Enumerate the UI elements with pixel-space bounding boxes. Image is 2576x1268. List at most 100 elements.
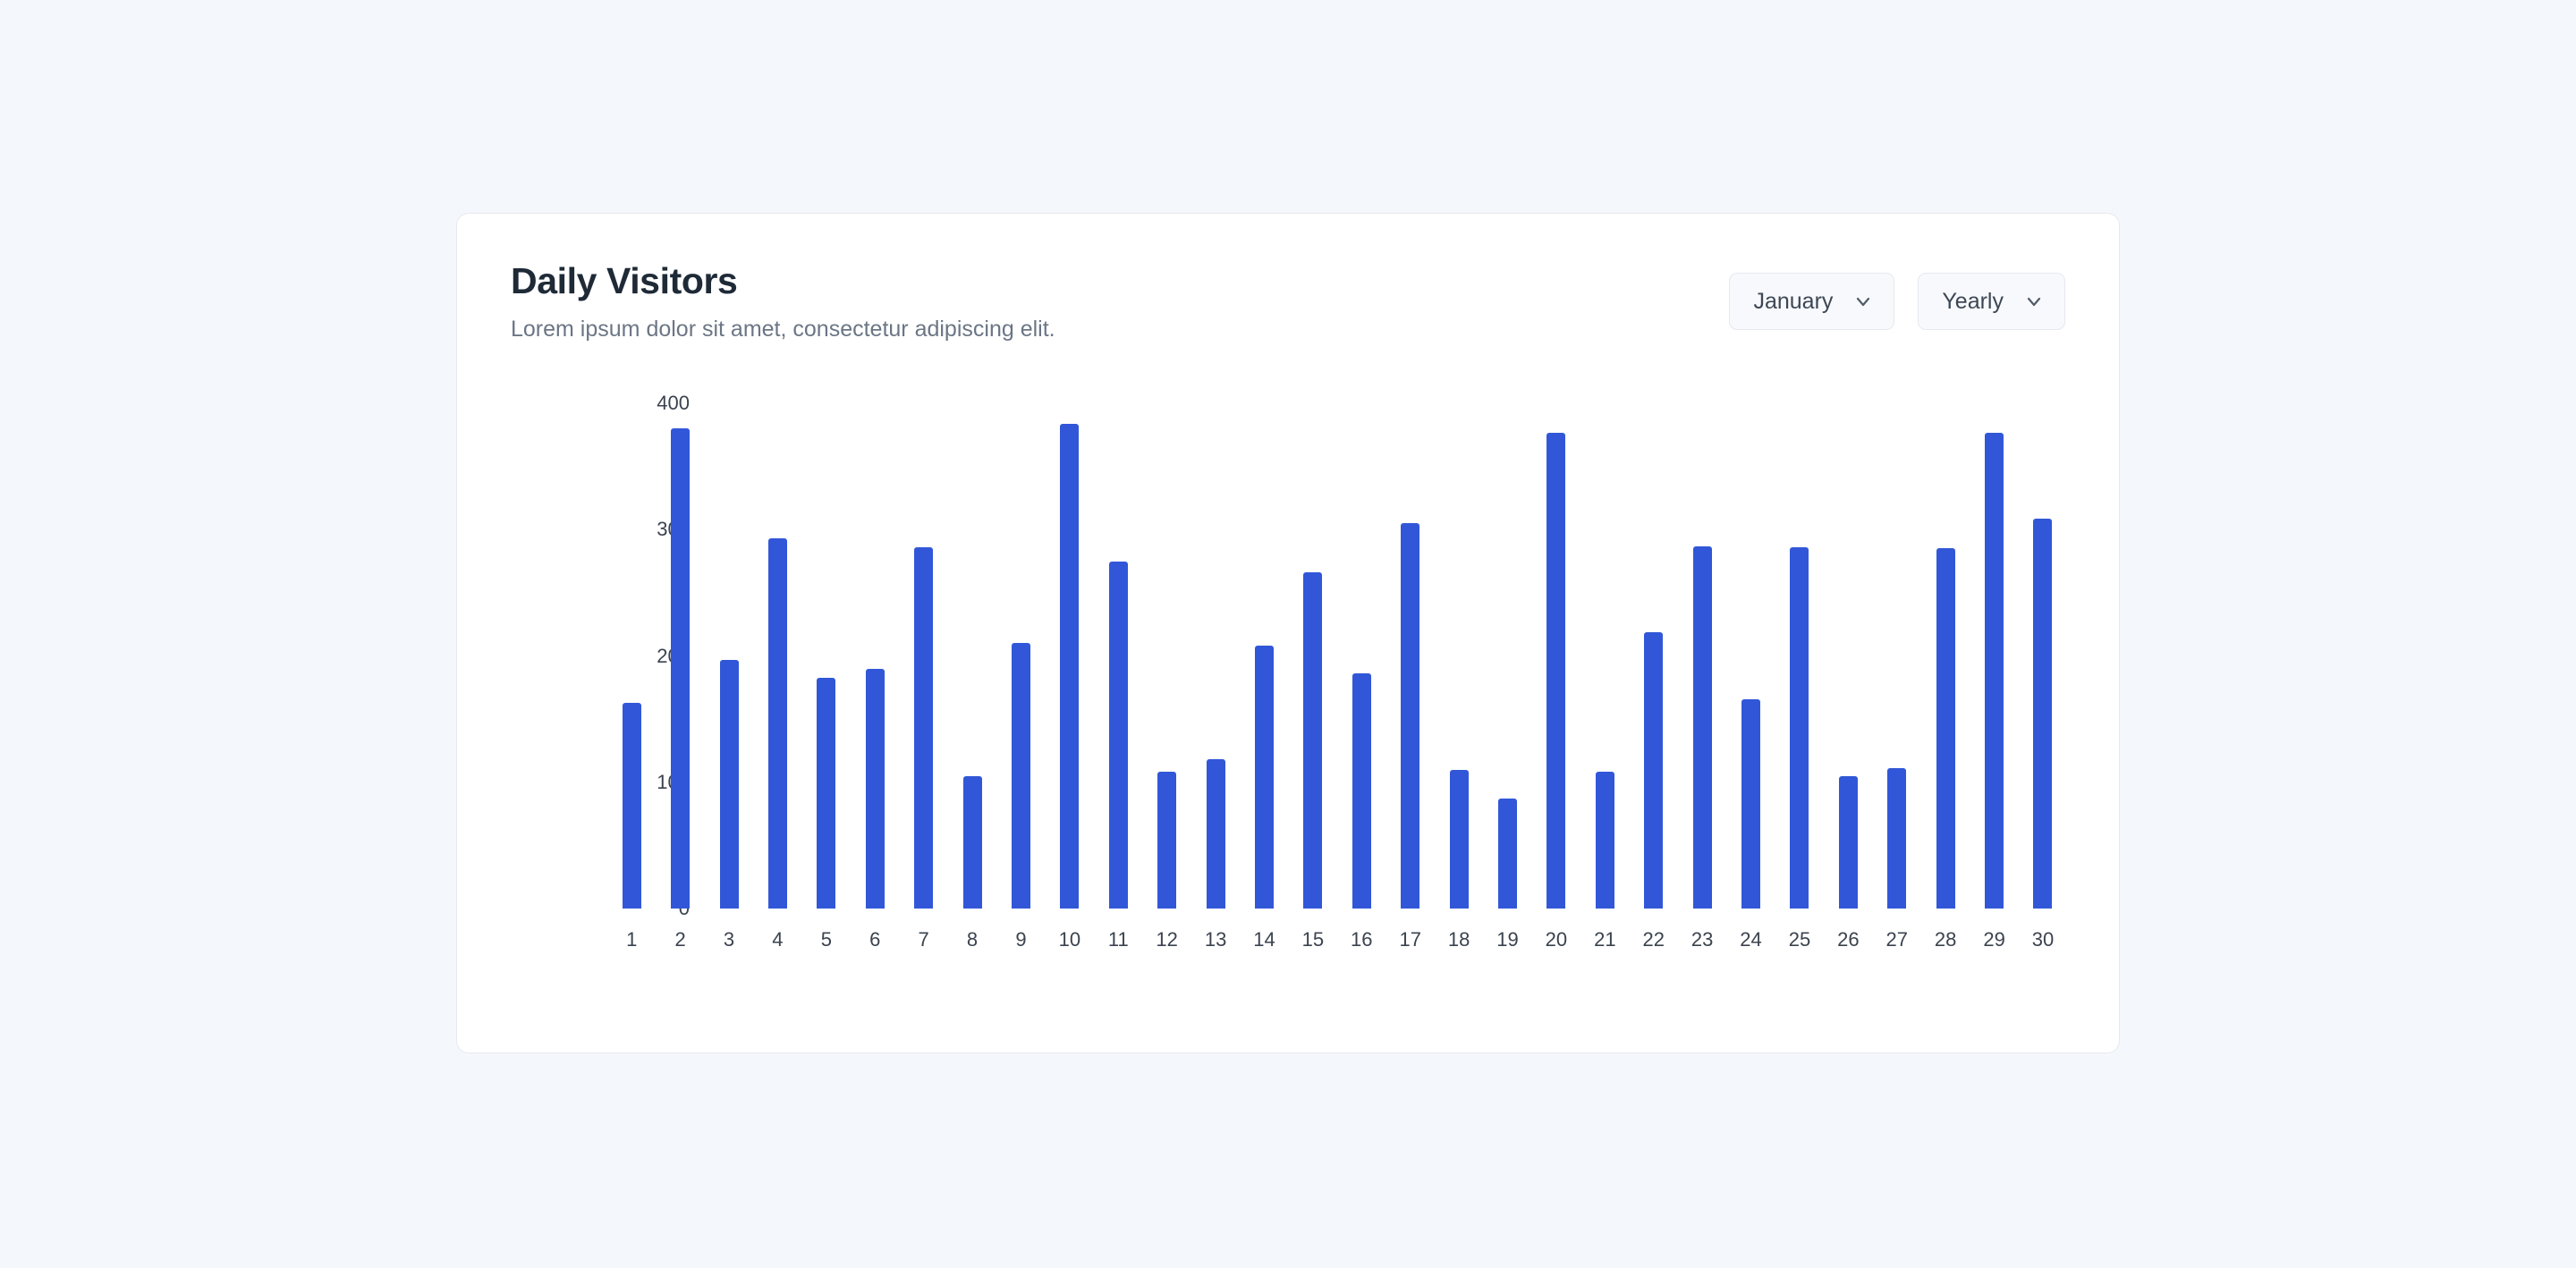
bar-slot[interactable] [1240,403,1288,909]
x-axis-tick-label: 28 [1934,928,1957,951]
bar-slot[interactable] [1921,403,1970,909]
x-axis-tick-label: 24 [1740,928,1762,951]
bar[interactable] [622,702,641,909]
x-axis-tick-label: 7 [918,928,929,951]
x-axis-tick-label: 30 [2031,928,2055,951]
bar[interactable] [1060,423,1080,909]
chart-controls: January Yearly [1729,273,2065,330]
x-axis: 1 2 3 4 5 6 7 8 9 10 11 12 13 14 15 16 17 18 19 20 21 22 23 24 2… [607,909,2067,971]
bar[interactable] [1644,631,1664,909]
bar[interactable] [1449,769,1469,909]
bar-slot[interactable] [1824,403,1872,909]
bar-slot[interactable] [1483,403,1531,909]
bar-slot[interactable] [753,403,801,909]
x-axis-tick-label: 10 [1058,928,1081,951]
bar-slot[interactable] [607,403,656,909]
bar-slot[interactable] [1580,403,1629,909]
bar[interactable] [1936,548,1955,909]
bar-slot[interactable] [1094,403,1142,909]
period-select[interactable]: Yearly [1918,273,2065,330]
x-axis-tick-label: 1 [626,928,638,951]
bar[interactable] [1011,643,1030,909]
x-axis-tick-label: 6 [869,928,881,951]
x-axis-tick-label: 29 [1983,928,2005,951]
x-axis-tick-label: 13 [1204,928,1227,951]
bar-slot[interactable] [1046,403,1094,909]
bar[interactable] [914,547,934,909]
bar[interactable] [1206,759,1225,909]
x-axis-tick-label: 25 [1788,928,1811,951]
bar-slot[interactable] [996,403,1045,909]
bar[interactable] [1887,768,1907,909]
chevron-down-icon [2023,291,2045,312]
x-axis-tick-label: 14 [1253,928,1275,951]
bar[interactable] [1790,547,1809,909]
bar[interactable] [1254,646,1274,909]
bar[interactable] [1157,772,1177,909]
bar-slot[interactable] [1337,403,1385,909]
x-axis-tick-label: 16 [1351,928,1373,951]
x-axis-tick-label: 4 [772,928,784,951]
bar-slot[interactable] [1435,403,1483,909]
card-subtitle: Lorem ipsum dolor sit amet, consectetur … [511,317,1055,342]
bar-slot[interactable] [851,403,899,909]
bar-slot[interactable] [656,403,704,909]
x-axis-tick-label: 3 [723,928,735,951]
x-axis-tick-label: 26 [1837,928,1860,951]
bar-slot[interactable] [1775,403,1824,909]
bar-slot[interactable] [1142,403,1191,909]
x-axis-tick-label: 17 [1399,928,1421,951]
x-axis-tick-label: 27 [1885,928,1908,951]
x-axis-tick-label: 18 [1447,928,1470,951]
x-axis-tick-label: 11 [1107,928,1129,951]
bar[interactable] [1838,775,1858,909]
bar[interactable] [1352,673,1371,909]
bar-slot[interactable] [802,403,851,909]
bar-slot[interactable] [1970,403,2018,909]
bar-slot[interactable] [1726,403,1775,909]
daily-visitors-card: Daily Visitors Lorem ipsum dolor sit ame… [456,213,2120,1053]
bar-slot[interactable] [1289,403,1337,909]
bar-slot[interactable] [1532,403,1580,909]
bar-slot[interactable] [705,403,753,909]
x-axis-tick-label: 23 [1690,928,1714,951]
bar[interactable] [1498,799,1518,909]
bar[interactable] [962,775,982,909]
bar[interactable] [1985,432,2004,909]
bar-slot[interactable] [1873,403,1921,909]
bar[interactable] [1546,432,1566,909]
bar[interactable] [1595,772,1614,909]
bar-slot[interactable] [1191,403,1240,909]
month-select[interactable]: January [1729,273,1895,330]
bar-slot[interactable] [1678,403,1726,909]
x-axis-tick-label: 19 [1496,928,1519,951]
bar[interactable] [2033,518,2053,909]
bar[interactable] [1741,698,1761,909]
x-axis-tick-label: 12 [1156,928,1178,951]
x-axis-tick-label: 15 [1301,928,1325,951]
x-axis-tick-label: 5 [820,928,832,951]
period-select-value: Yearly [1942,288,2004,314]
bar-slot[interactable] [1630,403,1678,909]
page-root: Daily Visitors Lorem ipsum dolor sit ame… [0,0,2576,1268]
x-axis-tick-label: 8 [966,928,979,951]
bar-slot[interactable] [899,403,947,909]
x-axis-tick-label: 22 [1642,928,1665,951]
x-axis-tick-label: 9 [1015,928,1027,951]
bar[interactable] [865,668,885,909]
x-axis-tick-label: 2 [674,928,686,951]
bar[interactable] [671,428,691,909]
daily-visitors-bar-chart: 0100200300400 12345678910111213141516171… [511,392,2067,1011]
bar[interactable] [1401,523,1420,909]
bar[interactable] [1303,572,1323,909]
bar[interactable] [719,659,739,909]
bar-slot[interactable] [1386,403,1435,909]
bar[interactable] [767,538,787,909]
bar[interactable] [1692,545,1712,909]
bar[interactable] [1108,561,1128,909]
bar[interactable] [817,677,836,909]
chevron-down-icon [1852,291,1874,312]
bar-slot[interactable] [948,403,996,909]
card-titles: Daily Visitors Lorem ipsum dolor sit ame… [511,260,1055,344]
bar-slot[interactable] [2019,403,2067,909]
